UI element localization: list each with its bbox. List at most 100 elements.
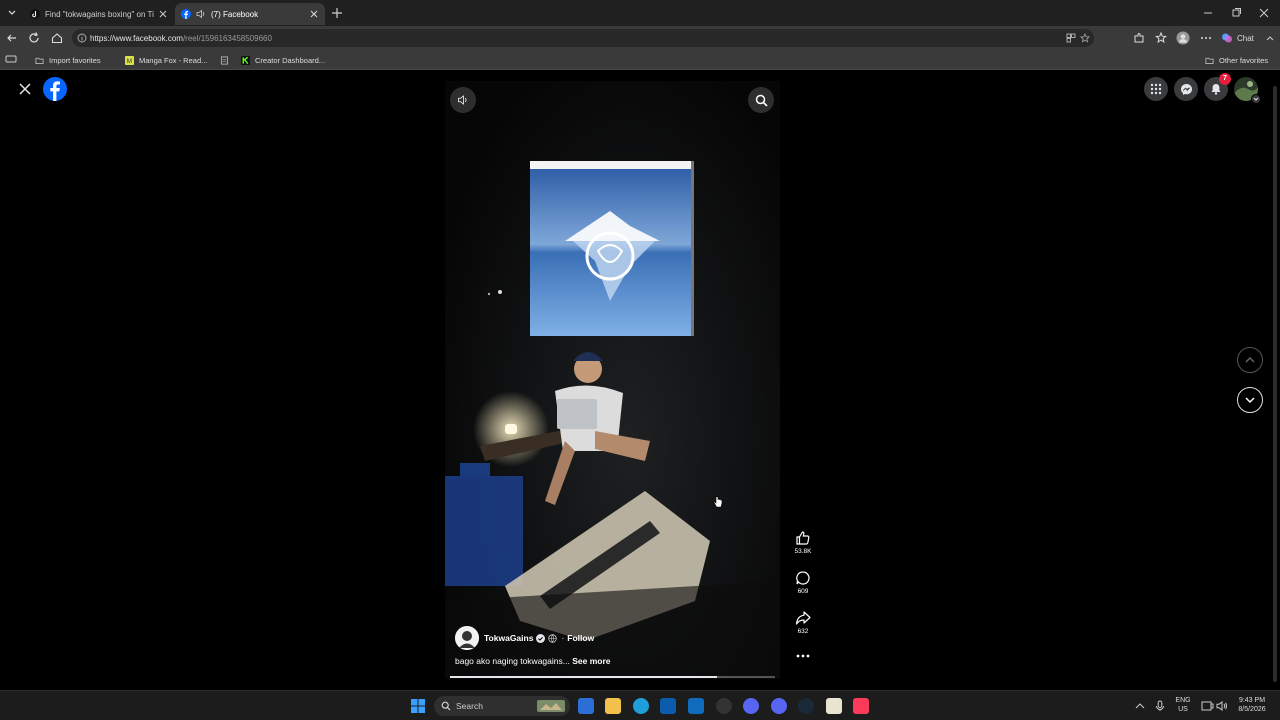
- like-button[interactable]: 53.8K: [792, 530, 814, 555]
- chat-label: Chat: [1237, 33, 1254, 43]
- language-code: ENG: [1175, 697, 1191, 704]
- region-code: US: [1178, 706, 1188, 713]
- capcut-icon[interactable]: [716, 698, 732, 714]
- previous-reel-button[interactable]: [1237, 347, 1263, 373]
- other-favorites[interactable]: Other favorites: [1205, 54, 1268, 66]
- folder-icon: [1205, 57, 1214, 64]
- mouse-cursor-icon: [713, 496, 723, 508]
- see-more-link[interactable]: See more: [572, 656, 610, 666]
- page-scrollbar[interactable]: [1273, 86, 1277, 682]
- favorites-icon[interactable]: [1153, 30, 1169, 46]
- copilot-chat-button[interactable]: Chat: [1221, 31, 1254, 45]
- home-icon[interactable]: [49, 30, 65, 46]
- share-icon: [795, 611, 811, 625]
- more-menu-icon[interactable]: [1198, 30, 1214, 46]
- tab-title: Find "tokwagains boxing" on TikTo: [45, 9, 154, 19]
- more-dots-icon: [796, 654, 810, 658]
- svg-text:M: M: [127, 58, 132, 65]
- comment-icon: [796, 571, 810, 585]
- edge-browser-icon[interactable]: [633, 698, 649, 714]
- bookmarks-bar: Import favorites M Manga Fox - Read... C…: [0, 50, 1280, 70]
- close-icon[interactable]: [17, 81, 33, 97]
- notepad-icon[interactable]: [826, 698, 842, 714]
- new-tab-button[interactable]: [329, 5, 345, 21]
- bookmark-import-favorites[interactable]: Import favorites: [35, 54, 101, 66]
- taskbar-search-placeholder: Search: [456, 701, 483, 711]
- tab-list-icon[interactable]: [4, 5, 20, 21]
- microsoft-store-icon[interactable]: [660, 698, 676, 714]
- close-tab-icon[interactable]: [309, 9, 319, 19]
- mute-toggle-button[interactable]: [450, 87, 476, 113]
- globe-icon: [548, 633, 558, 643]
- search-icon: [755, 94, 768, 107]
- apple-music-icon[interactable]: [853, 698, 869, 714]
- reel-video[interactable]: [445, 81, 780, 679]
- tray-overflow-chevron-icon[interactable]: [1132, 698, 1148, 714]
- like-count: 53.8K: [794, 548, 812, 555]
- back-icon[interactable]: [4, 30, 20, 46]
- messenger-icon[interactable]: [1174, 77, 1198, 101]
- volume-icon: [458, 95, 467, 105]
- caption-text: bago ako naging tokwagains...: [455, 656, 573, 666]
- tab-facebook[interactable]: (7) Facebook: [175, 3, 325, 25]
- account-menu-chevron-icon[interactable]: [1251, 94, 1261, 104]
- page-icon: [220, 56, 229, 64]
- volume-icon[interactable]: [1214, 698, 1230, 714]
- windows-start-icon[interactable]: [410, 698, 426, 714]
- bookmark-label: Manga Fox - Read...: [139, 55, 208, 65]
- tab-title: (7) Facebook: [211, 9, 259, 19]
- steam-icon[interactable]: [798, 698, 814, 714]
- copilot-app-icon[interactable]: [578, 698, 594, 714]
- search-button[interactable]: [748, 87, 774, 113]
- discord-ptb-icon[interactable]: [771, 698, 787, 714]
- bookmark-creator-dashboard[interactable]: Creator Dashboard...: [241, 54, 325, 66]
- tab-tiktok[interactable]: Find "tokwagains boxing" on TikTo: [24, 3, 174, 25]
- facebook-icon: [181, 9, 191, 19]
- sidebar-toggle-icon[interactable]: [1262, 30, 1278, 46]
- video-progress-bar[interactable]: [450, 676, 775, 678]
- menu-grid-icon[interactable]: [1144, 77, 1168, 101]
- collections-icon[interactable]: [4, 52, 20, 68]
- taskbar-search-box[interactable]: Search: [434, 696, 570, 716]
- extensions-icon[interactable]: [1131, 30, 1147, 46]
- share-count: 632: [797, 628, 809, 635]
- windows-taskbar: Search ENG US 9:43 PM 8/5/2026: [0, 690, 1280, 720]
- system-clock[interactable]: 9:43 PM 8/5/2026: [1234, 696, 1270, 714]
- author-name[interactable]: TokwaGains: [484, 633, 533, 643]
- bookmark-manga-fox[interactable]: M Manga Fox - Read...: [125, 54, 207, 66]
- facebook-logo-icon[interactable]: [43, 77, 67, 101]
- discord-icon[interactable]: [743, 698, 759, 714]
- restore-icon[interactable]: [1228, 5, 1244, 21]
- address-bar[interactable]: https://www.facebook.com/reel/1596163458…: [72, 29, 1094, 47]
- close-window-icon[interactable]: [1256, 5, 1272, 21]
- file-explorer-icon[interactable]: [605, 698, 621, 714]
- minimize-icon[interactable]: [1200, 5, 1216, 21]
- close-tab-icon[interactable]: [158, 9, 168, 19]
- reel-author: TokwaGains · Follow: [455, 626, 594, 650]
- bookmark-page-icon[interactable]: [220, 54, 234, 66]
- language-indicator[interactable]: ENG US: [1172, 696, 1194, 714]
- microphone-icon[interactable]: [1152, 698, 1168, 714]
- refresh-icon[interactable]: [26, 30, 42, 46]
- verified-badge-icon: [536, 633, 546, 643]
- other-favorites-label: Other favorites: [1219, 55, 1269, 65]
- speaker-icon[interactable]: [196, 9, 206, 19]
- share-button[interactable]: 632: [792, 610, 814, 635]
- chevron-up-icon: [1245, 356, 1255, 363]
- more-options-button[interactable]: [792, 652, 814, 662]
- tiktok-icon: [30, 9, 40, 19]
- browser-tab-bar: Find "tokwagains boxing" on TikTo (7) Fa…: [0, 0, 1280, 26]
- app-available-icon[interactable]: [1066, 33, 1076, 43]
- site-info-icon[interactable]: [77, 33, 87, 43]
- comment-button[interactable]: 609: [792, 570, 814, 595]
- follow-button[interactable]: Follow: [567, 633, 594, 643]
- reel-caption: bago ako naging tokwagains... See more: [455, 656, 610, 666]
- video-progress-fill: [450, 676, 717, 678]
- folder-icon: [35, 57, 44, 64]
- author-avatar[interactable]: [455, 626, 479, 650]
- outlook-icon[interactable]: [688, 698, 704, 714]
- next-reel-button[interactable]: [1237, 387, 1263, 413]
- profile-avatar[interactable]: [1175, 30, 1191, 46]
- favorite-star-icon[interactable]: [1080, 33, 1090, 43]
- wifi-icon[interactable]: [1199, 698, 1215, 714]
